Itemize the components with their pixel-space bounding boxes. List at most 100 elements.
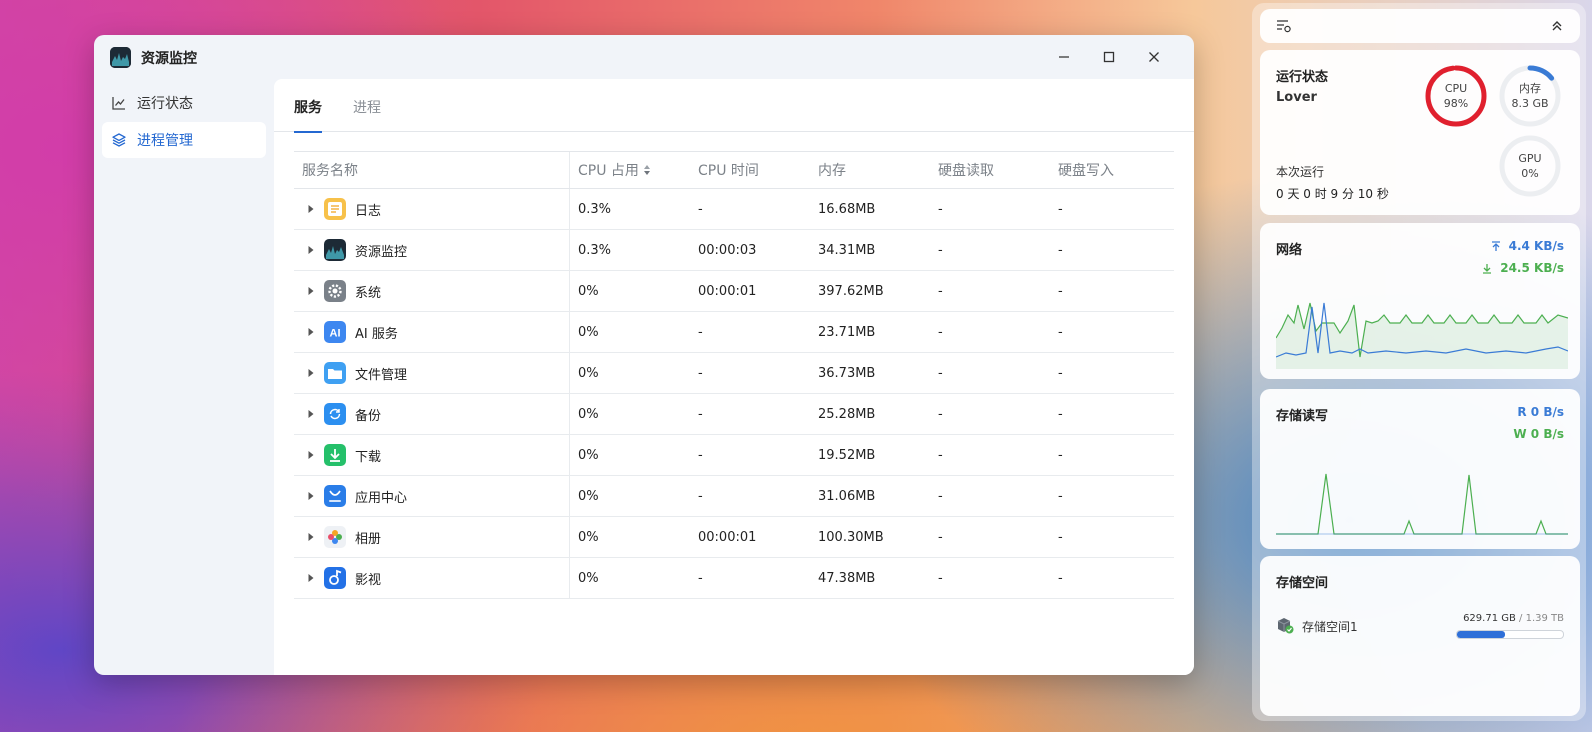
close-icon: [1149, 52, 1159, 62]
storage-io-widget[interactable]: 存储读写 R 0 B/s W 0 B/s: [1260, 389, 1580, 549]
table-row[interactable]: 日志 0.3% - 16.68MB - -: [294, 189, 1174, 230]
service-name-cell: 文件管理: [294, 353, 570, 393]
memory-cell: 100.30MB: [818, 529, 884, 545]
service-name: 下载: [355, 449, 382, 465]
log-icon: [324, 198, 346, 220]
disk-read-cell: -: [938, 201, 943, 217]
table-row[interactable]: 资源监控 0.3% 00:00:03 34.31MB - -: [294, 230, 1174, 271]
cpu-time-cell: -: [698, 570, 703, 586]
storage-usage-bar-fill: [1457, 631, 1505, 638]
gpu-ring-gauge: GPU 0%: [1498, 134, 1562, 198]
storage-space-widget[interactable]: 存储空间 存储空间1 629.71 GB / 1.39 TB: [1260, 556, 1580, 716]
column-header-service-name[interactable]: 服务名称: [294, 152, 570, 188]
column-header-disk-read[interactable]: 硬盘读取: [930, 152, 1050, 188]
service-name-cell: 下载: [294, 435, 570, 475]
main-content: 服务 进程 服务名称 CPU 占用 CPU 时间 内存 硬盘读取 硬盘写入 日志…: [274, 79, 1194, 675]
table-row[interactable]: AI AI 服务 0% - 23.71MB - -: [294, 312, 1174, 353]
resource-monitor-window: 资源监控 运行状态 进程管理 服务 进程 服务名称 CPU 占用 CPU 时间 …: [94, 35, 1194, 675]
disk-read-cell: -: [938, 406, 943, 422]
widget-panel-toolbar: [1260, 9, 1580, 43]
sidebar-item-process-management[interactable]: 进程管理: [102, 122, 266, 158]
close-button[interactable]: [1139, 43, 1169, 71]
expand-arrow-icon[interactable]: [304, 243, 318, 257]
memory-cell: 34.31MB: [818, 242, 876, 258]
storage-volume-name: 存储空间1: [1302, 620, 1358, 634]
column-header-cpu-time[interactable]: CPU 时间: [690, 152, 810, 188]
cpu-time-cell: 00:00:03: [698, 242, 757, 258]
table-row[interactable]: 影视 0% - 47.38MB - -: [294, 558, 1174, 599]
disk-write-cell: -: [1058, 447, 1063, 463]
uptime-value: 0 天 0 时 9 分 10 秒: [1276, 187, 1389, 201]
sidebar-item-status[interactable]: 运行状态: [102, 85, 266, 121]
cpu-usage-cell: 0%: [578, 529, 599, 545]
disk-write-cell: -: [1058, 283, 1063, 299]
device-name: Lover: [1276, 90, 1317, 105]
cpu-time-cell: 00:00:01: [698, 529, 757, 545]
sort-icon[interactable]: [643, 164, 651, 176]
widget-settings-icon[interactable]: [1276, 18, 1292, 38]
memory-label: 内存: [1519, 82, 1541, 95]
cpu-ring-gauge: CPU 98%: [1424, 64, 1488, 128]
disk-read-cell: -: [938, 324, 943, 340]
disk-write-cell: -: [1058, 201, 1063, 217]
expand-arrow-icon[interactable]: [304, 448, 318, 462]
service-name: 资源监控: [355, 244, 408, 260]
download-speed: 24.5 KB/s: [1482, 261, 1564, 275]
photos-icon: [324, 526, 346, 548]
disk-write-cell: -: [1058, 406, 1063, 422]
gpu-value: 0%: [1521, 167, 1539, 180]
maximize-button[interactable]: [1094, 43, 1124, 71]
expand-arrow-icon[interactable]: [304, 530, 318, 544]
service-name: 日志: [355, 203, 382, 219]
sidebar: 运行状态 进程管理: [94, 79, 274, 675]
disk-read-cell: -: [938, 529, 943, 545]
store-icon: [324, 485, 346, 507]
expand-arrow-icon[interactable]: [304, 571, 318, 585]
column-header-disk-write[interactable]: 硬盘写入: [1050, 152, 1174, 188]
table-row[interactable]: 系统 0% 00:00:01 397.62MB - -: [294, 271, 1174, 312]
expand-arrow-icon[interactable]: [304, 489, 318, 503]
table-row[interactable]: 相册 0% 00:00:01 100.30MB - -: [294, 517, 1174, 558]
expand-arrow-icon[interactable]: [304, 366, 318, 380]
service-name-cell: 相册: [294, 517, 570, 557]
column-header-cpu-usage[interactable]: CPU 占用: [570, 152, 690, 188]
collapse-icon[interactable]: [1550, 18, 1564, 37]
cpu-usage-cell: 0%: [578, 570, 599, 586]
memory-cell: 19.52MB: [818, 447, 876, 463]
column-header-label: CPU 占用: [578, 163, 639, 179]
storage-used: 629.71 GB: [1463, 613, 1516, 624]
download-arrow-icon: [1483, 263, 1492, 274]
service-name: 应用中心: [355, 490, 408, 506]
upload-arrow-icon: [1491, 240, 1500, 251]
video-icon: [324, 567, 346, 589]
table-row[interactable]: 下载 0% - 19.52MB - -: [294, 435, 1174, 476]
cpu-usage-cell: 0%: [578, 365, 599, 381]
table-row[interactable]: 应用中心 0% - 31.06MB - -: [294, 476, 1174, 517]
expand-arrow-icon[interactable]: [304, 325, 318, 339]
disk-write-cell: -: [1058, 529, 1063, 545]
table-row[interactable]: 备份 0% - 25.28MB - -: [294, 394, 1174, 435]
tab-processes[interactable]: 进程: [353, 97, 381, 132]
minimize-button[interactable]: [1049, 43, 1079, 71]
table-row[interactable]: 文件管理 0% - 36.73MB - -: [294, 353, 1174, 394]
cpu-time-cell: 00:00:01: [698, 283, 757, 299]
storage-space-widget-title: 存储空间: [1276, 576, 1329, 591]
status-widget[interactable]: 运行状态 Lover 本次运行 0 天 0 时 9 分 10 秒 CPU 98% …: [1260, 50, 1580, 215]
tab-services[interactable]: 服务: [294, 97, 322, 133]
cpu-value: 98%: [1443, 97, 1469, 110]
service-name-cell: 系统: [294, 271, 570, 311]
memory-cell: 25.28MB: [818, 406, 876, 422]
disk-write-cell: -: [1058, 324, 1063, 340]
cpu-usage-cell: 0%: [578, 283, 599, 299]
titlebar: 资源监控: [94, 35, 1194, 79]
column-header-memory[interactable]: 内存: [810, 152, 930, 188]
storage-io-graph: [1276, 473, 1568, 535]
expand-arrow-icon[interactable]: [304, 202, 318, 216]
status-widget-title: 运行状态: [1276, 70, 1329, 85]
expand-arrow-icon[interactable]: [304, 407, 318, 421]
write-speed: W 0 B/s: [1513, 427, 1564, 441]
cpu-time-cell: -: [698, 406, 703, 422]
network-widget[interactable]: 网络 4.4 KB/s 24.5 KB/s: [1260, 223, 1580, 379]
service-name: 系统: [355, 285, 382, 301]
expand-arrow-icon[interactable]: [304, 284, 318, 298]
